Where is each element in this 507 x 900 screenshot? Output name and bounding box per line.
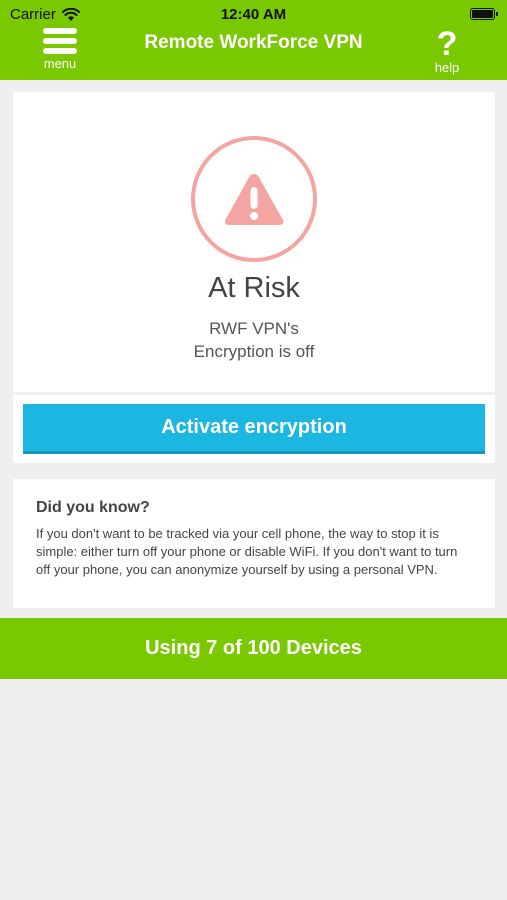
device-usage-label: Using 7 of 100 Devices (145, 637, 362, 659)
status-bar: Carrier 12:40 AM (0, 0, 507, 28)
question-mark-icon: ? (436, 25, 458, 63)
did-you-know-card: Did you know? If you don't want to be tr… (13, 479, 495, 608)
status-line-1: RWF VPN's (209, 319, 299, 338)
status-title: At Risk (208, 272, 300, 304)
clock: 12:40 AM (220, 6, 287, 23)
device-usage-banner[interactable]: Using 7 of 100 Devices (0, 618, 507, 679)
tip-title: Did you know? (36, 499, 150, 516)
help-button[interactable]: ? help (427, 25, 467, 78)
battery-icon (470, 8, 498, 20)
top-bar: Carrier 12:40 AM menu Remote WorkForce V… (0, 0, 507, 80)
warning-icon (225, 174, 284, 225)
status-description: RWF VPN's Encryption is off (13, 317, 495, 363)
action-card: Activate encryption (13, 395, 495, 463)
risk-indicator (191, 136, 317, 262)
app-screen: Carrier 12:40 AM menu Remote WorkForce V… (0, 0, 507, 900)
help-label: help (434, 60, 460, 75)
menu-label: menu (43, 56, 77, 71)
tip-body: If you don't want to be tracked via your… (36, 526, 458, 577)
activate-encryption-button[interactable]: Activate encryption (23, 404, 485, 454)
status-line-2: Encryption is off (193, 342, 315, 361)
protection-status-card: At Risk RWF VPN's Encryption is off (13, 92, 495, 392)
navigation-bar: menu Remote WorkForce VPN ? help (0, 25, 507, 80)
